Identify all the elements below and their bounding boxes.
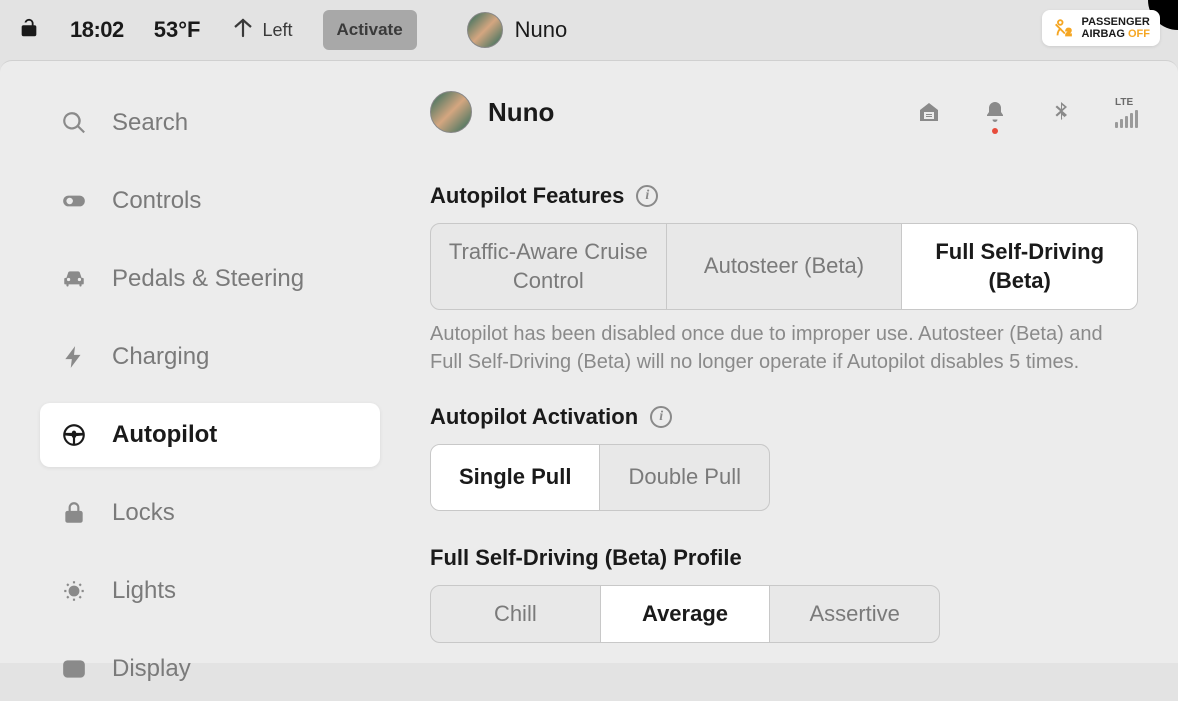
sidebar-item-controls[interactable]: Controls — [40, 169, 380, 233]
section-title: Autopilot Features — [430, 183, 624, 209]
lightbulb-icon — [60, 577, 88, 605]
autopilot-features-section: Autopilot Features i Traffic-Aware Cruis… — [430, 183, 1138, 376]
feature-autosteer-button[interactable]: Autosteer (Beta) — [666, 224, 902, 309]
fsd-profile-segmented: Chill Average Assertive — [430, 585, 940, 644]
avatar — [467, 12, 503, 48]
homelink-direction: Left — [263, 20, 293, 41]
sidebar-item-label: Locks — [112, 499, 175, 527]
lock-icon — [60, 499, 88, 527]
signal-indicator[interactable]: LTE — [1115, 97, 1138, 128]
car-icon — [60, 265, 88, 293]
sidebar-item-locks[interactable]: Locks — [40, 481, 380, 545]
airbag-badge[interactable]: 2 PASSENGER AIRBAG OFF — [1042, 10, 1160, 46]
signal-bars-icon — [1115, 110, 1138, 128]
bluetooth-icon[interactable] — [1049, 100, 1073, 124]
sidebar-item-label: Lights — [112, 577, 176, 605]
sidebar-item-autopilot[interactable]: Autopilot — [40, 403, 380, 467]
profile-chill-button[interactable]: Chill — [431, 586, 600, 643]
profile-name-top: Nuno — [515, 17, 568, 43]
airbag-text: PASSENGER AIRBAG OFF — [1082, 16, 1150, 40]
sidebar-item-label: Autopilot — [112, 421, 217, 449]
unlock-icon[interactable] — [18, 17, 40, 44]
sidebar-item-label: Search — [112, 109, 188, 137]
homelink-group: Left — [231, 16, 293, 45]
status-bar: 18:02 53°F Left Activate Nuno 2 PASSENGE… — [0, 0, 1178, 60]
notification-icon[interactable] — [983, 100, 1007, 124]
sidebar-item-label: Controls — [112, 187, 201, 215]
settings-sidebar: Search Controls Pedals & Steering Chargi… — [0, 61, 400, 663]
sidebar-item-lights[interactable]: Lights — [40, 559, 380, 623]
profile-selector-top[interactable]: Nuno — [467, 12, 568, 48]
autopilot-activation-section: Autopilot Activation i Single Pull Doubl… — [430, 404, 1138, 511]
garage-icon[interactable] — [917, 100, 941, 124]
profile-selector[interactable]: Nuno — [430, 91, 554, 133]
settings-content: Nuno LTE Autopilot Features i Traffic-Aw… — [400, 61, 1178, 663]
sidebar-item-display[interactable]: Display — [40, 637, 380, 701]
section-title: Full Self-Driving (Beta) Profile — [430, 545, 742, 571]
activation-single-pull-button[interactable]: Single Pull — [431, 445, 599, 510]
bolt-icon — [60, 343, 88, 371]
svg-text:2: 2 — [1065, 27, 1071, 38]
avatar — [430, 91, 472, 133]
sidebar-item-search[interactable]: Search — [40, 91, 380, 155]
profile-average-button[interactable]: Average — [600, 586, 770, 643]
activation-segmented: Single Pull Double Pull — [430, 444, 770, 511]
clock-time: 18:02 — [70, 17, 124, 43]
temperature: 53°F — [154, 17, 201, 43]
home-arrow-icon — [231, 16, 255, 45]
section-title: Autopilot Activation — [430, 404, 638, 430]
sidebar-item-label: Pedals & Steering — [112, 265, 304, 293]
feature-tacc-button[interactable]: Traffic-Aware Cruise Control — [431, 224, 666, 309]
autopilot-features-segmented: Traffic-Aware Cruise Control Autosteer (… — [430, 223, 1138, 310]
display-icon — [60, 655, 88, 683]
info-icon[interactable]: i — [636, 185, 658, 207]
notification-dot — [992, 128, 998, 134]
sidebar-item-pedals[interactable]: Pedals & Steering — [40, 247, 380, 311]
toggle-icon — [60, 187, 88, 215]
search-icon — [60, 109, 88, 137]
info-icon[interactable]: i — [650, 406, 672, 428]
activate-button[interactable]: Activate — [323, 10, 417, 50]
fsd-profile-section: Full Self-Driving (Beta) Profile Chill A… — [430, 545, 1138, 644]
activation-double-pull-button[interactable]: Double Pull — [599, 445, 769, 510]
signal-label: LTE — [1115, 97, 1133, 108]
autopilot-warning-text: Autopilot has been disabled once due to … — [430, 320, 1138, 376]
feature-fsd-button[interactable]: Full Self-Driving (Beta) — [901, 224, 1137, 309]
sidebar-item-label: Display — [112, 655, 191, 683]
sidebar-item-charging[interactable]: Charging — [40, 325, 380, 389]
profile-assertive-button[interactable]: Assertive — [769, 586, 939, 643]
profile-name: Nuno — [488, 97, 554, 128]
steering-wheel-icon — [60, 421, 88, 449]
seatbelt-icon: 2 — [1052, 17, 1074, 39]
sidebar-item-label: Charging — [112, 343, 209, 371]
